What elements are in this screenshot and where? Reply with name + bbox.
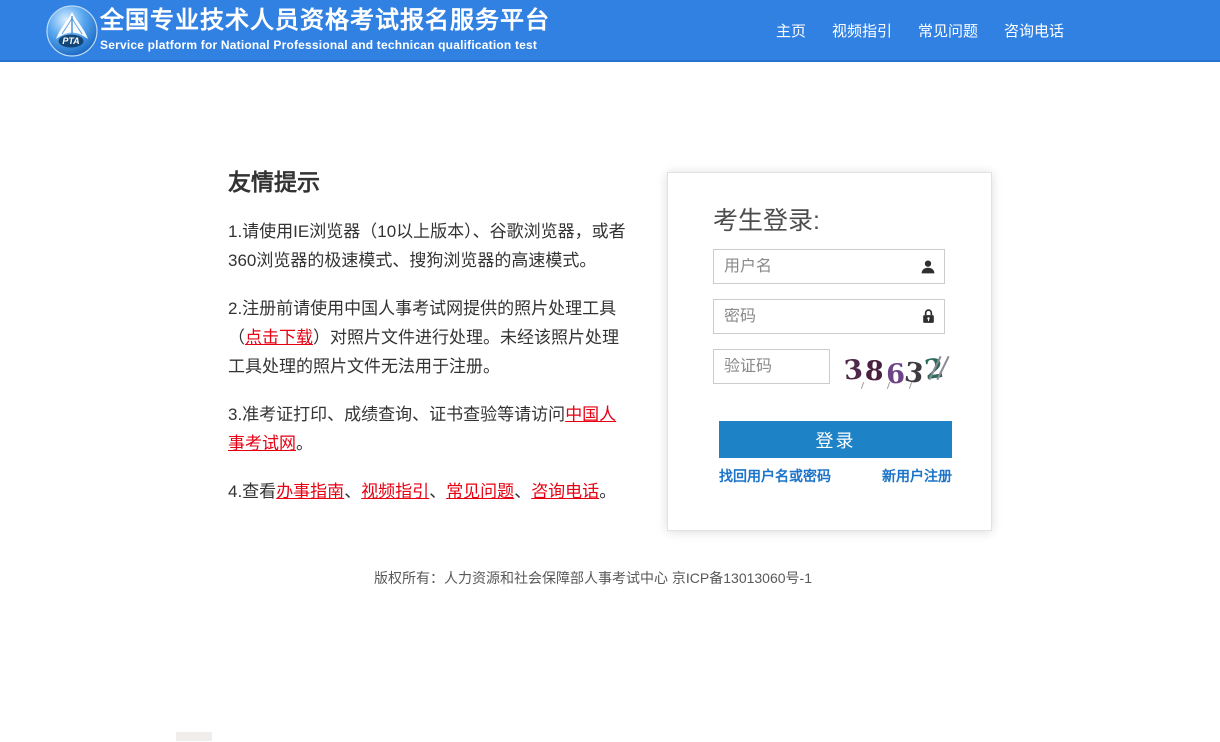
nav-video-guide-link[interactable]: 视频指引 [832,20,892,41]
site-subtitle: Service platform for National Profession… [100,38,550,52]
nav-home-link[interactable]: 主页 [776,20,806,41]
service-guide-link[interactable]: 办事指南 [276,482,344,501]
tip-item-1: 1.请使用IE浏览器（10以上版本）、谷歌浏览器，或者360浏览器的极速模式、搜… [228,217,628,275]
tip4-text-2: 。 [599,482,616,501]
username-input[interactable] [714,258,912,276]
tip-item-4: 4.查看办事指南、视频指引、常见问题、咨询电话。 [228,477,628,506]
header-bar: PTA 全国专业技术人员资格考试报名服务平台 Service platform … [0,0,1220,62]
new-user-register-link[interactable]: 新用户注册 [882,466,952,486]
screen-artifact [176,732,212,741]
captcha-digit: 3 [903,358,925,387]
tip3-text-1: 3.准考证打印、成绩查询、证书查验等请访问 [228,405,565,424]
nav-phone-link[interactable]: 咨询电话 [1004,20,1064,41]
tip3-text-2: 。 [296,434,313,453]
candidate-login-panel: 考生登录: 3 8 6 3 2 [667,172,992,531]
svg-text:PTA: PTA [62,36,79,46]
captcha-input[interactable] [714,358,829,376]
tip-item-2: 2.注册前请使用中国人事考试网提供的照片处理工具（点击下载）对照片文件进行处理。… [228,294,628,381]
tips-heading: 友情提示 [228,163,628,197]
tip4-text-1: 4.查看 [228,482,276,501]
captcha-digit: 3 [843,356,864,385]
phone-red-link[interactable]: 咨询电话 [531,482,599,501]
login-button[interactable]: 登录 [719,421,952,458]
tip4-sep-2: 、 [429,482,446,501]
friendly-tips-section: 友情提示 1.请使用IE浏览器（10以上版本）、谷歌浏览器，或者360浏览器的极… [228,163,628,525]
captcha-image[interactable]: 3 8 6 3 2 [844,351,950,389]
password-field-wrapper [713,299,945,334]
login-title: 考生登录: [713,201,820,237]
captcha-digit: 8 [864,357,884,385]
site-title: 全国专业技术人员资格考试报名服务平台 [100,7,550,35]
faq-red-link[interactable]: 常见问题 [446,482,514,501]
video-guide-red-link[interactable]: 视频指引 [361,482,429,501]
forgot-credentials-link[interactable]: 找回用户名或密码 [719,466,831,486]
tip-item-3: 3.准考证打印、成绩查询、证书查验等请访问中国人事考试网。 [228,400,628,458]
nav-faq-link[interactable]: 常见问题 [918,20,978,41]
captcha-field-wrapper [713,349,830,384]
click-download-link[interactable]: 点击下载 [245,328,313,347]
username-field-wrapper [713,249,945,284]
login-helper-links: 找回用户名或密码 新用户注册 [719,466,952,486]
copyright-footer: 版权所有：人力资源和社会保障部人事考试中心 京ICP备13013060号-1 [0,568,1186,588]
pta-logo-icon: PTA [46,5,98,57]
lock-icon [912,308,944,325]
user-icon [912,258,944,276]
site-title-block: 全国专业技术人员资格考试报名服务平台 Service platform for … [100,7,550,52]
tip1-text: 1.请使用IE浏览器（10以上版本）、谷歌浏览器，或者360浏览器的极速模式、搜… [228,222,626,270]
password-input[interactable] [714,308,912,326]
tip4-sep-3: 、 [514,482,531,501]
header-nav: 主页 视频指引 常见问题 咨询电话 [776,0,1064,60]
tip4-sep-1: 、 [344,482,361,501]
